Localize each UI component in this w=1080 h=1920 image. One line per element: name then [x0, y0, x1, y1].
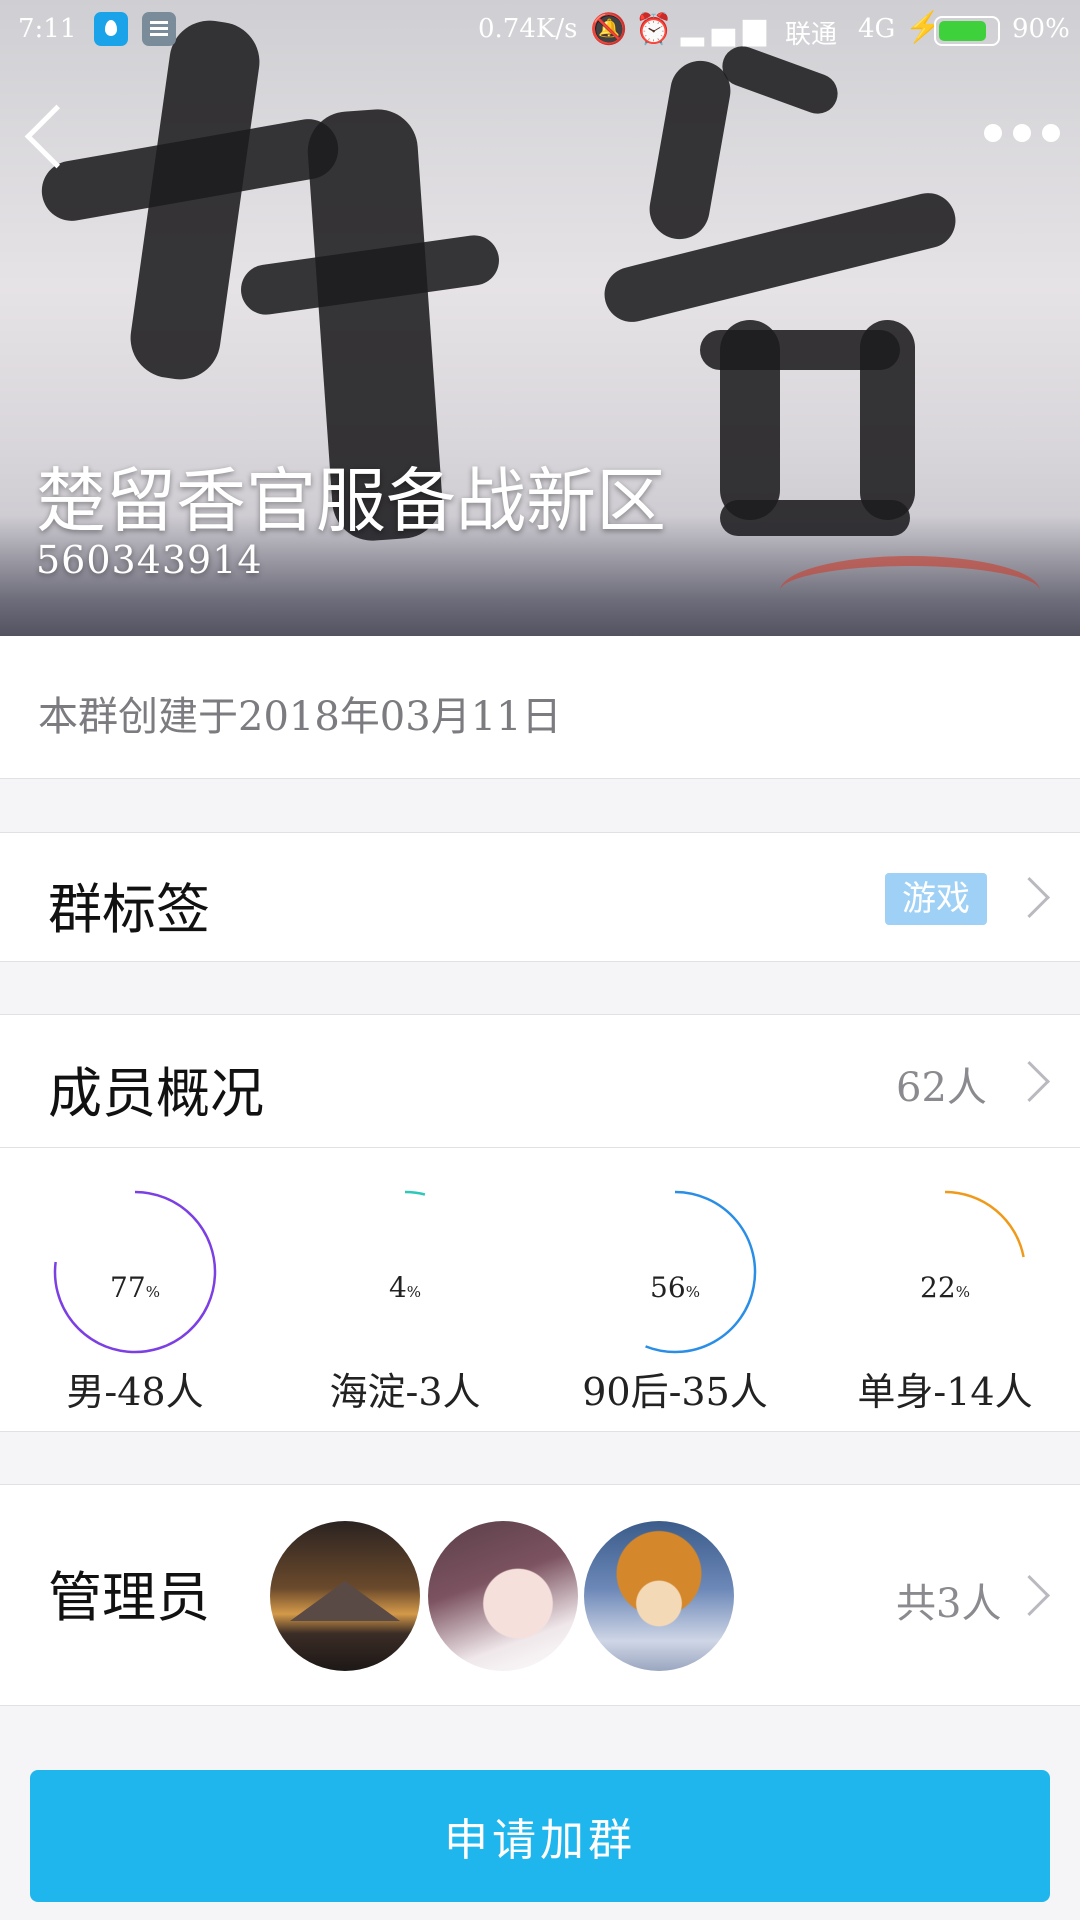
- alarm-icon: ⏰: [635, 12, 681, 47]
- stat-percent: 77%: [110, 1271, 160, 1304]
- join-group-button[interactable]: 申请加群: [30, 1770, 1050, 1902]
- stat-single: 22% 单身-14人: [810, 1173, 1080, 1414]
- stat-location: 4% 海淀-3人: [270, 1173, 540, 1414]
- more-options-icon[interactable]: [984, 118, 1060, 148]
- stat-age: 56% 90后-35人: [540, 1173, 810, 1414]
- members-overview-section: 成员概况 62人 77% 男-48人 4% 海淀-3人 56% 90后-35人 …: [0, 1014, 1080, 1432]
- stat-percent: 22%: [920, 1271, 970, 1304]
- admins-row[interactable]: 管理员 共3人: [0, 1484, 1080, 1706]
- group-cover-image: 7:11 0.74K/s 🔕⏰▂▄▆ 联通 4G ⚡ 90% 楚留香官服备战新区…: [0, 0, 1080, 636]
- admin-avatar[interactable]: [584, 1521, 734, 1671]
- battery-icon: [934, 16, 1000, 46]
- stat-percent: 56%: [650, 1271, 700, 1304]
- group-tags-row[interactable]: 群标签 游戏: [0, 832, 1080, 962]
- admins-label: 管理员: [48, 1566, 210, 1629]
- group-created-section: 本群创建于2018年03月11日: [0, 636, 1080, 779]
- admin-avatar[interactable]: [270, 1521, 420, 1671]
- status-time: 7:11: [18, 14, 77, 44]
- battery-percent: 90%: [1012, 14, 1070, 44]
- signal-bars-icon: ▂▄▆: [680, 12, 774, 47]
- group-id: 560343914: [36, 538, 263, 582]
- stat-label: 90后-35人: [582, 1370, 768, 1414]
- chevron-right-icon: [1008, 876, 1051, 919]
- network-type: 4G: [858, 14, 896, 44]
- divider: [0, 1147, 1080, 1148]
- stat-gender: 77% 男-48人: [0, 1173, 270, 1414]
- members-overview-label[interactable]: 成员概况: [48, 1049, 264, 1128]
- notes-app-icon: [142, 12, 176, 46]
- stat-label: 海淀-3人: [329, 1370, 481, 1414]
- chevron-right-icon: [1008, 1574, 1051, 1617]
- chevron-right-icon[interactable]: [1008, 1060, 1051, 1103]
- net-speed: 0.74K/s: [478, 14, 578, 44]
- status-icons: 🔕⏰▂▄▆: [590, 12, 774, 47]
- stat-percent: 4%: [388, 1271, 422, 1304]
- stat-label: 单身-14人: [857, 1370, 1033, 1414]
- bell-off-icon: 🔕: [590, 12, 636, 47]
- tag-badge: 游戏: [885, 873, 987, 925]
- group-tags-label: 群标签: [48, 878, 210, 941]
- carrier-name: 联通: [785, 20, 838, 50]
- back-icon[interactable]: [20, 100, 80, 180]
- group-name: 楚留香官服备战新区: [36, 460, 666, 542]
- water-drop-app-icon: [94, 12, 128, 46]
- status-bar: 7:11 0.74K/s 🔕⏰▂▄▆ 联通 4G ⚡ 90%: [0, 0, 1080, 60]
- stat-label: 男-48人: [66, 1370, 204, 1414]
- member-count[interactable]: 62人: [896, 1055, 987, 1113]
- group-created-date: 本群创建于2018年03月11日: [38, 694, 562, 740]
- admin-count: 共3人: [896, 1581, 1002, 1627]
- admin-avatar[interactable]: [428, 1521, 578, 1671]
